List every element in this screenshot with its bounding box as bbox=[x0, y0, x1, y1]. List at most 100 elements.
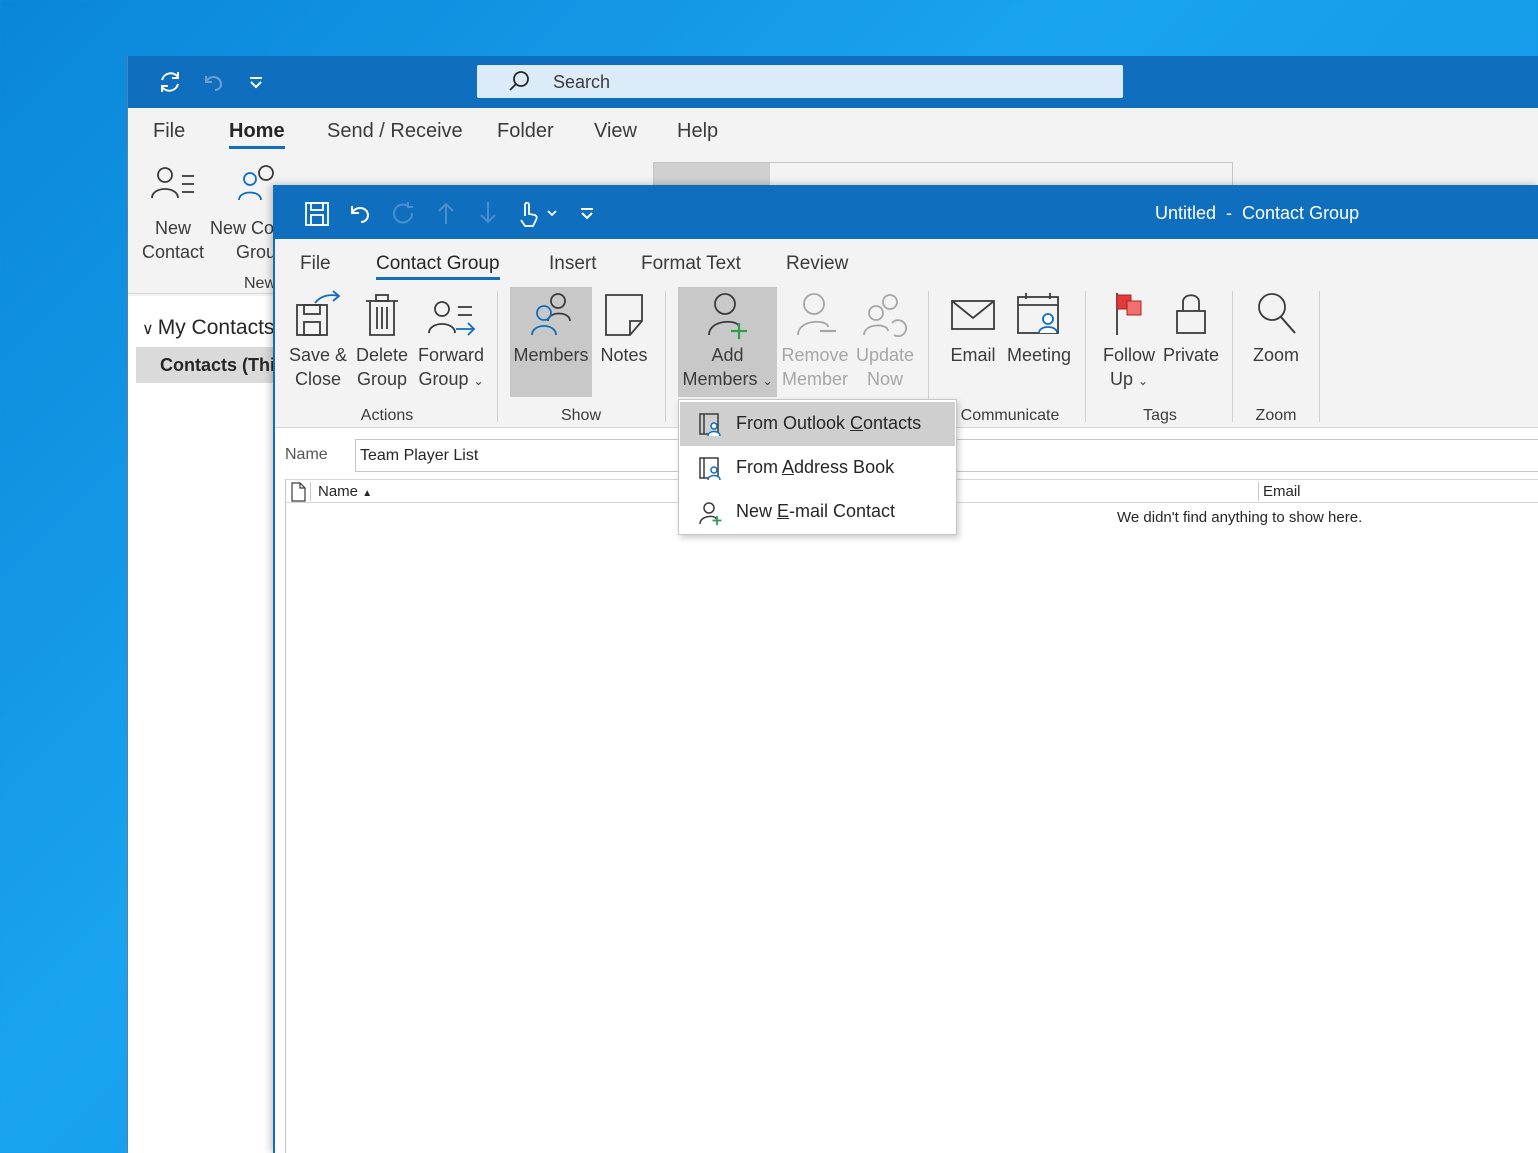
tab-folder[interactable]: Folder bbox=[497, 120, 554, 143]
sync-icon[interactable] bbox=[156, 68, 184, 96]
contacts-book-icon bbox=[699, 413, 721, 437]
email-column-header[interactable]: Email bbox=[1263, 483, 1301, 500]
new-contact-icon bbox=[151, 167, 194, 199]
forward-group-button[interactable]: Forward Group ⌄ bbox=[415, 287, 487, 399]
follow-up-label-2: Up ⌄ bbox=[1109, 369, 1149, 389]
chevron-down-icon: ⌄ bbox=[762, 374, 773, 388]
sort-ascending-icon: ▲ bbox=[362, 488, 373, 499]
zoom-button[interactable]: Zoom bbox=[1245, 287, 1307, 397]
tab-insert[interactable]: Insert bbox=[549, 253, 597, 275]
save-close-icon bbox=[296, 290, 341, 336]
remove-member-button[interactable]: Remove Member bbox=[780, 287, 850, 397]
contact-group-ribbon-tabs: File Contact Group Insert Format Text Re… bbox=[275, 239, 1538, 287]
empty-list-message: We didn't find anything to show here. bbox=[1117, 509, 1363, 526]
remove-member-icon bbox=[797, 293, 836, 336]
redo-icon[interactable] bbox=[391, 200, 417, 226]
save-icon[interactable] bbox=[303, 200, 331, 228]
business-card-gallery[interactable] bbox=[653, 162, 1233, 186]
new-group-label: New bbox=[244, 275, 277, 292]
customize-toolbar-icon[interactable] bbox=[246, 68, 266, 94]
update-now-label-2: Now bbox=[866, 369, 903, 389]
undo-icon[interactable] bbox=[347, 200, 373, 226]
previous-item-icon[interactable] bbox=[435, 200, 457, 226]
chevron-down-icon[interactable] bbox=[545, 206, 559, 220]
tab-view[interactable]: View bbox=[594, 120, 637, 143]
menu-item-label: New E-mail Contact bbox=[736, 501, 896, 521]
update-now-label-1: Update bbox=[855, 345, 915, 365]
tab-review[interactable]: Review bbox=[786, 253, 848, 275]
private-button[interactable]: Private bbox=[1161, 287, 1221, 397]
search-icon bbox=[509, 71, 529, 91]
search-placeholder: Search bbox=[553, 72, 611, 92]
tab-contact-group[interactable]: Contact Group bbox=[376, 253, 500, 280]
column-separator bbox=[310, 482, 311, 501]
trash-icon bbox=[366, 294, 398, 336]
contacts-folder-item[interactable]: Contacts (Thi bbox=[136, 347, 276, 383]
communicate-group-label: Communicate bbox=[960, 407, 1060, 424]
notes-icon bbox=[605, 294, 643, 336]
document-icon bbox=[291, 482, 306, 502]
menu-item-from-outlook-contacts[interactable]: From Outlook Contacts bbox=[680, 402, 955, 446]
chevron-down-icon: ⌄ bbox=[1137, 374, 1149, 388]
add-member-icon bbox=[707, 293, 747, 339]
customize-toolbar-icon[interactable] bbox=[577, 202, 597, 224]
name-field-label: Name bbox=[285, 446, 328, 463]
tab-home[interactable]: Home bbox=[229, 120, 285, 149]
delete-group-label-1: Delete bbox=[355, 345, 409, 365]
actions-group-label: Actions bbox=[360, 407, 414, 424]
meeting-button[interactable]: Meeting bbox=[1003, 287, 1075, 397]
window-title: Untitled - Contact Group bbox=[1155, 203, 1360, 223]
touch-mode-icon[interactable] bbox=[515, 200, 541, 228]
ribbon-separator bbox=[665, 291, 666, 422]
name-column-header[interactable]: Name ▲ bbox=[318, 483, 372, 500]
main-title-bar: Search bbox=[128, 56, 1538, 108]
ribbon-separator bbox=[1232, 291, 1233, 422]
tab-help[interactable]: Help bbox=[677, 120, 718, 143]
tab-send-receive[interactable]: Send / Receive bbox=[327, 120, 463, 143]
new-contact-icon bbox=[699, 502, 722, 525]
new-contact-label-1: New bbox=[154, 218, 191, 238]
add-members-button[interactable]: Add Members ⌄ bbox=[678, 287, 777, 397]
lock-icon bbox=[1176, 294, 1206, 334]
new-contact-group-label-1: New Co bbox=[210, 218, 275, 238]
zoom-icon bbox=[1258, 293, 1296, 334]
forward-group-label-2: Group ⌄ bbox=[418, 369, 484, 389]
add-members-label-1: Add bbox=[711, 345, 744, 365]
my-contacts-label: My Contacts bbox=[157, 316, 275, 339]
my-contacts-header[interactable]: ∨ My Contacts bbox=[142, 316, 274, 340]
forward-group-icon bbox=[428, 301, 476, 336]
follow-up-label-1: Follow bbox=[1102, 345, 1155, 365]
email-label: Email bbox=[950, 345, 996, 365]
chevron-down-icon: ∨ bbox=[142, 321, 154, 338]
members-list: Name ▲ Email We didn't find anything to … bbox=[285, 479, 1538, 1153]
show-group-label: Show bbox=[560, 407, 602, 424]
tab-format-text[interactable]: Format Text bbox=[641, 253, 741, 275]
next-item-icon[interactable] bbox=[477, 200, 499, 226]
notes-label: Notes bbox=[600, 345, 648, 365]
undo-icon[interactable] bbox=[200, 68, 226, 94]
new-contact-button[interactable]: New Contact bbox=[140, 162, 206, 262]
tab-file[interactable]: File bbox=[153, 120, 185, 143]
email-button[interactable]: Email bbox=[945, 287, 1001, 397]
tab-file[interactable]: File bbox=[300, 253, 331, 275]
menu-item-label: From Outlook Contacts bbox=[736, 413, 922, 433]
menu-item-new-email-contact[interactable]: New E-mail Contact bbox=[680, 490, 955, 534]
menu-item-from-address-book[interactable]: From Address Book bbox=[680, 446, 955, 490]
update-now-button[interactable]: Update Now bbox=[852, 287, 918, 397]
search-box[interactable]: Search bbox=[477, 65, 1123, 98]
save-close-button[interactable]: Save & Close bbox=[287, 287, 349, 399]
new-contact-group-label-2: Grou bbox=[236, 242, 276, 262]
column-separator bbox=[1258, 482, 1259, 501]
delete-group-button[interactable]: Delete Group bbox=[353, 287, 411, 399]
email-icon bbox=[951, 300, 995, 330]
new-contact-group-button[interactable]: New Co Grou bbox=[210, 162, 276, 262]
folder-pane: ∨ My Contacts Contacts (Thi bbox=[128, 296, 276, 1153]
remove-member-label-1: Remove bbox=[781, 345, 849, 365]
ribbon-separator bbox=[497, 291, 498, 422]
forward-group-label-1: Forward bbox=[417, 345, 484, 365]
notes-button[interactable]: Notes bbox=[596, 287, 652, 397]
add-members-label-2: Members ⌄ bbox=[682, 369, 773, 389]
members-button[interactable]: Members bbox=[510, 287, 592, 397]
follow-up-button[interactable]: Follow Up ⌄ bbox=[1099, 287, 1159, 399]
meeting-icon bbox=[1017, 293, 1059, 334]
